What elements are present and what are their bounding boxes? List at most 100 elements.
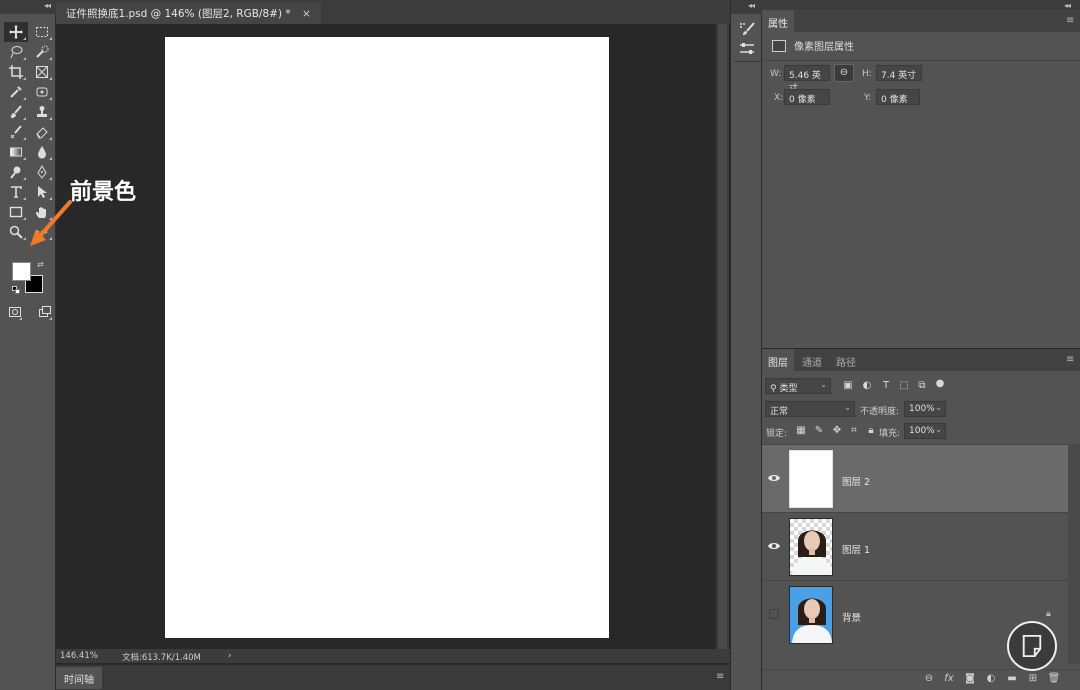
properties-title: 像素图层属性 [794, 42, 854, 53]
spot-healing-tool-icon[interactable] [30, 82, 54, 102]
properties-menu-icon[interactable]: ≡ [1066, 15, 1074, 26]
history-brush-tool-icon[interactable] [4, 122, 28, 142]
layer-name: 图层 2 [842, 477, 871, 488]
properties-header: 像素图层属性 [772, 38, 854, 53]
lasso-tool-icon[interactable] [4, 42, 28, 62]
layer-filter-select[interactable]: ⚲ 类型 ⌄ [765, 378, 831, 394]
close-icon[interactable]: × [302, 8, 311, 20]
pen-tool-icon[interactable] [30, 162, 54, 182]
opacity-field[interactable]: 100% ⌄ [904, 401, 946, 417]
new-group-icon[interactable]: ▬ [1005, 673, 1019, 687]
clone-stamp-tool-icon[interactable] [30, 102, 54, 122]
properties-panel: 属性 ≡ 像素图层属性 W: 5.46 英寸 ⊖ H: 7.4 英寸 X: 0 … [762, 10, 1080, 348]
marquee-tool-icon[interactable] [30, 22, 54, 42]
canvas-area[interactable] [56, 24, 716, 649]
filter-kind-value: 类型 [779, 384, 798, 394]
filter-adjustment-icon[interactable]: ◐ [861, 380, 873, 392]
layer-thumbnail [789, 450, 833, 508]
collapse-dock-icon[interactable]: ◂◂ [748, 1, 755, 10]
eraser-tool-icon[interactable] [30, 122, 54, 142]
fill-field[interactable]: 100% ⌄ [904, 423, 946, 439]
swap-colors-icon[interactable]: ⇄ [37, 260, 44, 269]
opacity-value: 100% [909, 404, 935, 414]
quick-selection-tool-icon[interactable] [30, 42, 54, 62]
lock-artboard-icon[interactable]: ⌗ [848, 425, 860, 437]
filter-pixel-icon[interactable]: ▣ [842, 380, 854, 392]
visibility-eye-icon[interactable] [768, 473, 780, 483]
annotation-arrow-icon [30, 200, 72, 246]
foreground-color-swatch[interactable] [12, 262, 31, 281]
brush-tool-icon[interactable] [4, 102, 28, 122]
height-field[interactable]: 7.4 英寸 [876, 65, 922, 81]
add-mask-icon[interactable]: ◙ [963, 673, 977, 687]
tab-channels[interactable]: 通道 [796, 349, 828, 371]
type-tool-icon[interactable] [4, 182, 28, 202]
link-layers-icon[interactable]: ⊖ [922, 673, 936, 687]
layer-name: 背景 [842, 613, 862, 624]
layers-scrollbar[interactable] [1068, 444, 1080, 664]
layer-lock-icon: 🔒︎ [1046, 609, 1051, 619]
tab-properties[interactable]: 属性 [762, 10, 794, 32]
visibility-off-box[interactable] [769, 609, 779, 619]
portrait-thumbnail-icon [792, 598, 832, 643]
layer-row-layer2[interactable]: 图层 2 [762, 444, 1068, 512]
width-field[interactable]: 5.46 英寸 [784, 65, 830, 94]
filter-toggle-icon[interactable]: ● [934, 378, 946, 390]
height-label: H: [862, 69, 872, 79]
lock-position-icon[interactable]: ✥ [831, 425, 843, 437]
filter-type-icon[interactable]: T [880, 380, 892, 392]
opacity-label: 不透明度: [860, 407, 900, 417]
brush-settings-icon[interactable] [737, 20, 757, 38]
tab-layers[interactable]: 图层 [762, 349, 794, 371]
collapse-right-panels-icon[interactable]: ◂◂ [1064, 1, 1071, 10]
layer-row-layer1[interactable]: 图层 1 [762, 512, 1068, 580]
default-colors-icon[interactable] [12, 286, 20, 294]
adjustments-icon[interactable] [737, 40, 757, 58]
link-dimensions-icon[interactable]: ⊖ [834, 64, 854, 82]
layer-style-fx-icon[interactable]: fx [942, 673, 956, 687]
filter-shape-icon[interactable]: ⬚ [898, 380, 910, 392]
floating-action-button[interactable] [1007, 621, 1057, 671]
new-adjustment-layer-icon[interactable]: ◐ [984, 673, 998, 687]
x-position-field[interactable]: 0 像素 [784, 89, 830, 105]
new-layer-icon[interactable]: ⊞ [1026, 673, 1040, 687]
panel-dock: ◂◂ [730, 0, 763, 690]
collapse-toolbar-icon[interactable]: ◂◂ [44, 1, 51, 10]
document-tab[interactable]: 证件照换底1.psd @ 146% (图层2, RGB/8#) * × [56, 2, 321, 24]
dodge-tool-icon[interactable] [4, 162, 28, 182]
width-label: W: [770, 69, 782, 79]
blur-tool-icon[interactable] [30, 142, 54, 162]
tools-panel: ⇄ [0, 14, 56, 690]
blend-mode-value: 正常 [770, 407, 789, 417]
timeline-menu-icon[interactable]: ≡ [716, 671, 724, 682]
layers-menu-icon[interactable]: ≡ [1066, 354, 1074, 365]
visibility-eye-icon[interactable] [768, 541, 780, 551]
gradient-tool-icon[interactable] [4, 142, 28, 162]
filter-smart-object-icon[interactable]: ⧉ [916, 380, 928, 392]
blend-mode-select[interactable]: 正常 ⌄ [765, 401, 855, 417]
lock-image-pixels-icon[interactable]: ✎ [813, 425, 825, 437]
document-canvas[interactable] [165, 37, 609, 638]
eyedropper-tool-icon[interactable] [4, 82, 28, 102]
canvas-vertical-scrollbar[interactable] [716, 24, 729, 660]
tab-timeline[interactable]: 时间轴 [56, 667, 102, 689]
screen-mode-icon[interactable] [36, 302, 54, 322]
crop-tool-icon[interactable] [4, 62, 28, 82]
zoom-tool-icon[interactable] [4, 222, 28, 242]
y-label: Y: [864, 93, 872, 103]
delete-layer-icon[interactable]: 🗑︎ [1047, 673, 1061, 687]
new-document-icon [1022, 634, 1042, 658]
lock-transparent-pixels-icon[interactable]: ▦ [795, 425, 807, 437]
y-position-field[interactable]: 0 像素 [876, 89, 920, 105]
status-menu-arrow-icon[interactable]: › [228, 651, 231, 661]
lock-label: 锁定: [766, 429, 788, 439]
fill-label: 填充: [879, 429, 901, 439]
frame-tool-icon[interactable] [30, 62, 54, 82]
document-tab-title: 证件照换底1.psd @ 146% (图层2, RGB/8#) * [66, 8, 291, 20]
zoom-level[interactable]: 146.41% [60, 651, 98, 661]
tab-paths[interactable]: 路径 [830, 349, 862, 371]
move-tool-icon[interactable] [4, 22, 28, 42]
quick-mask-icon[interactable] [6, 302, 24, 322]
lock-all-icon[interactable]: 🔒︎ [865, 425, 877, 437]
rectangle-tool-icon[interactable] [4, 202, 28, 222]
